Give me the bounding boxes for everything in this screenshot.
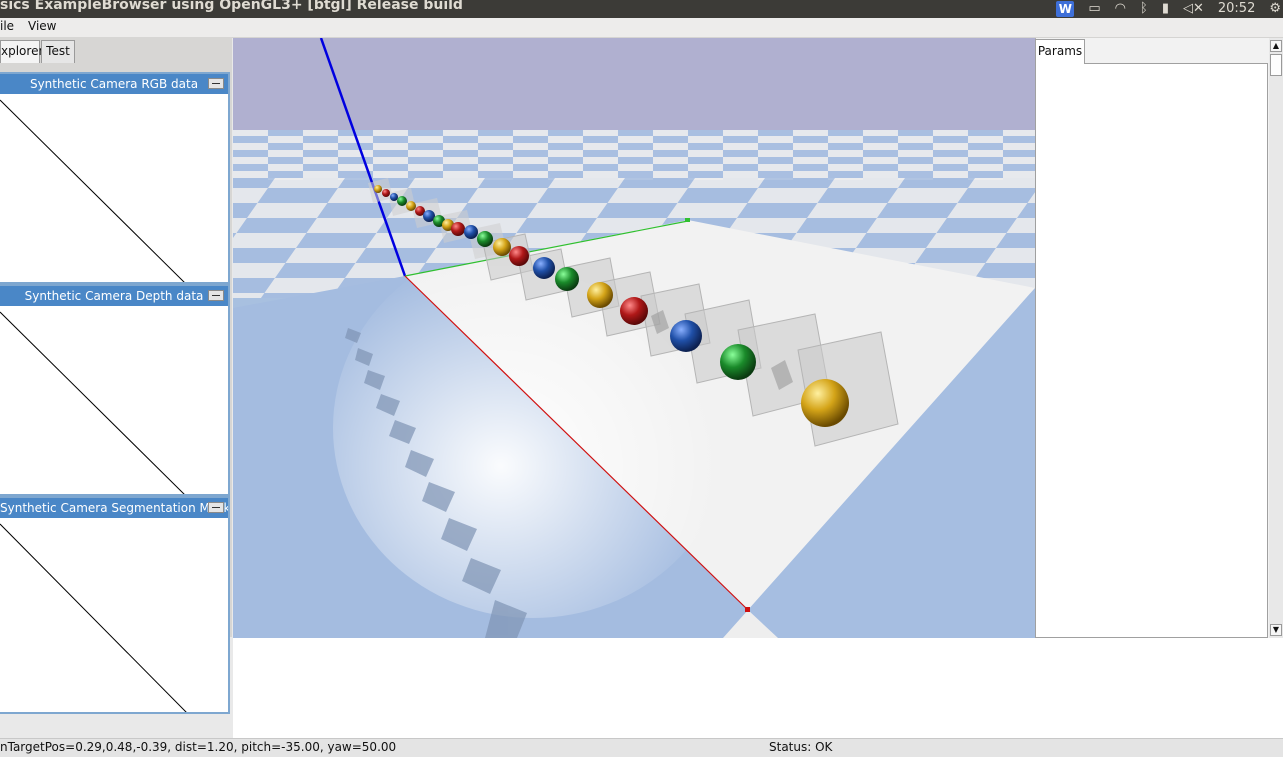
sky xyxy=(233,38,1035,133)
camera-depth-window-header[interactable]: Synthetic Camera Depth data xyxy=(0,286,228,306)
status-bar: nTargetPos=0.29,0.48,-0.39, dist=1.20, p… xyxy=(0,738,1283,757)
minimize-icon[interactable] xyxy=(208,78,224,89)
bluetooth-icon[interactable]: ᛒ xyxy=(1140,0,1148,18)
scroll-up-arrow-icon[interactable]: ▲ xyxy=(1270,40,1282,52)
scroll-thumb[interactable] xyxy=(1270,54,1282,76)
minimize-icon[interactable] xyxy=(208,502,224,513)
camera-rgb-canvas xyxy=(0,99,185,282)
camera-segmentation-canvas xyxy=(0,523,187,712)
window-titlebar: sics ExampleBrowser using OpenGL3+ [btgl… xyxy=(0,0,1283,18)
gear-icon[interactable]: ⚙ xyxy=(1269,0,1281,18)
3d-scene[interactable] xyxy=(233,38,1035,638)
menu-bar: ile View xyxy=(0,18,1283,38)
menu-view[interactable]: View xyxy=(28,19,56,33)
3d-viewport[interactable] xyxy=(233,38,1035,638)
camera-info-text: nTargetPos=0.29,0.48,-0.39, dist=1.20, p… xyxy=(0,740,397,754)
battery-icon[interactable]: ▮ xyxy=(1162,0,1169,18)
camera-depth-window-title: Synthetic Camera Depth data xyxy=(24,289,204,303)
camera-rgb-window[interactable]: Synthetic Camera RGB data xyxy=(0,72,230,284)
scrollbar[interactable]: ▲ ▼ xyxy=(1269,38,1283,638)
wifi-icon[interactable]: ◠ xyxy=(1115,0,1126,18)
camera-rgb-window-title: Synthetic Camera RGB data xyxy=(29,77,199,91)
system-tray: W ▭ ◠ ᛒ ▮ ◁✕ 20:52 ⚙ xyxy=(1056,0,1283,18)
camera-depth-canvas xyxy=(0,311,185,494)
keyboard-icon[interactable]: ▭ xyxy=(1088,0,1100,18)
word-app-icon[interactable]: W xyxy=(1056,1,1075,17)
camera-segmentation-window[interactable]: Synthetic Camera Segmentation Mask xyxy=(0,496,230,714)
tab-test[interactable]: Test xyxy=(41,40,75,63)
volume-muted-icon[interactable]: ◁✕ xyxy=(1183,0,1204,18)
scroll-down-arrow-icon[interactable]: ▼ xyxy=(1270,624,1282,636)
menu-file[interactable]: ile xyxy=(0,19,14,33)
camera-segmentation-window-header[interactable]: Synthetic Camera Segmentation Mask xyxy=(0,498,228,518)
camera-depth-window[interactable]: Synthetic Camera Depth data xyxy=(0,284,230,496)
status-text: Status: OK xyxy=(769,740,833,754)
window-title: sics ExampleBrowser using OpenGL3+ [btgl… xyxy=(0,0,463,13)
clock[interactable]: 20:52 xyxy=(1218,0,1255,18)
minimize-icon[interactable] xyxy=(208,290,224,301)
camera-segmentation-window-title: Synthetic Camera Segmentation Mask xyxy=(0,501,228,515)
params-panel xyxy=(1035,63,1268,638)
console-area xyxy=(233,638,1283,738)
camera-rgb-window-header[interactable]: Synthetic Camera RGB data xyxy=(0,74,228,94)
tab-params[interactable]: Params xyxy=(1035,39,1085,64)
tab-explorer[interactable]: xplorer xyxy=(0,40,43,63)
